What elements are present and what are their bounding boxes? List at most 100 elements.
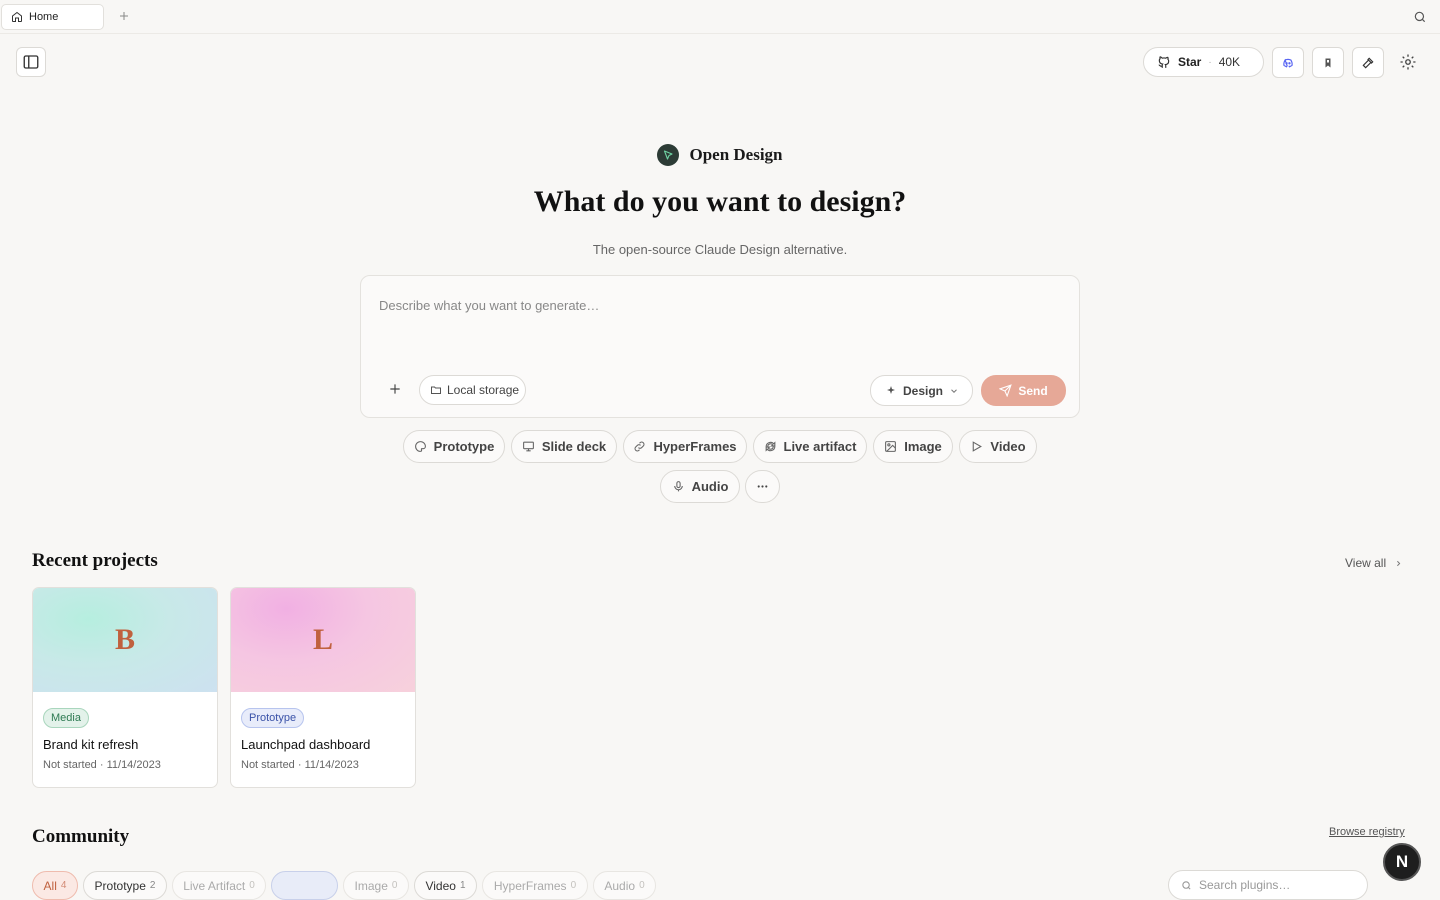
- discord-button[interactable]: [1272, 47, 1304, 78]
- view-all-link[interactable]: View all: [1345, 556, 1403, 570]
- project-thumbnail: L: [231, 588, 415, 692]
- hammer-icon: [1361, 56, 1375, 70]
- chip-label: Prototype: [433, 439, 495, 454]
- recent-projects-title: Recent projects: [32, 550, 158, 571]
- bookmark-button[interactable]: [1312, 47, 1344, 78]
- filter-audio[interactable]: Audio 0: [593, 871, 656, 900]
- filter-label: HyperFrames: [493, 878, 567, 893]
- project-title: Launchpad dashboard: [241, 737, 371, 752]
- view-all-label: View all: [1345, 556, 1387, 570]
- search-icon: [1181, 880, 1192, 891]
- chevron-right-icon: [1394, 559, 1403, 568]
- chip-hyperframes[interactable]: HyperFrames: [623, 430, 747, 463]
- page-title: What do you want to design?: [533, 185, 907, 218]
- project-card[interactable]: L Prototype Launchpad dashboard Not star…: [230, 587, 416, 788]
- project-date: 11/14/2023: [304, 759, 359, 771]
- play-icon: [970, 440, 983, 453]
- settings-button[interactable]: [1396, 50, 1420, 74]
- attach-button[interactable]: [383, 377, 407, 401]
- brand-name: Open Design: [689, 145, 783, 164]
- star-label: Star: [1178, 55, 1202, 69]
- chip-label: Audio: [691, 479, 729, 494]
- folder-icon: [430, 384, 442, 396]
- chip-label: Slide deck: [541, 439, 607, 454]
- tools-button[interactable]: [1352, 47, 1384, 78]
- discord-icon: [1281, 56, 1295, 70]
- brand: Open Design: [0, 143, 1440, 167]
- home-icon: [11, 11, 23, 23]
- gear-icon: [1399, 53, 1417, 71]
- project-letter: B: [114, 623, 135, 656]
- image-icon: [884, 440, 897, 453]
- tab-home[interactable]: Home: [1, 4, 104, 30]
- filter-label: Live Artifact: [183, 878, 246, 893]
- mode-label: Design: [903, 383, 944, 398]
- project-meta: Not started · 11/14/2023: [43, 759, 161, 771]
- storage-selector[interactable]: Local storage: [419, 375, 526, 405]
- tab-bar: Home: [0, 0, 1440, 34]
- browse-registry-link[interactable]: Browse registry: [1329, 826, 1405, 838]
- project-date: 11/14/2023: [106, 759, 161, 771]
- monitor-icon: [522, 440, 535, 453]
- filter-live-artifact[interactable]: Live Artifact 0: [172, 871, 266, 900]
- send-icon: [999, 384, 1013, 397]
- chip-label: Live artifact: [783, 439, 857, 454]
- filter-all[interactable]: All 4: [32, 871, 78, 900]
- assistant-button[interactable]: N: [1383, 843, 1421, 881]
- mic-icon: [672, 480, 685, 493]
- sparkle-icon: [885, 385, 897, 397]
- project-card[interactable]: B Media Brand kit refresh Not started · …: [32, 587, 218, 788]
- project-thumbnail: B: [33, 588, 217, 692]
- filter-label: Prototype: [94, 878, 146, 893]
- chip-video[interactable]: Video: [959, 430, 1037, 463]
- filter-prototype[interactable]: Prototype 2: [83, 871, 167, 900]
- project-meta: Not started · 11/14/2023: [241, 759, 359, 771]
- filter-count: 0: [391, 880, 398, 891]
- project-type-badge: Prototype: [241, 708, 305, 728]
- project-title: Brand kit refresh: [43, 737, 139, 752]
- chip-live-artifact[interactable]: Live artifact: [753, 430, 867, 463]
- tab-label: Home: [29, 11, 59, 23]
- project-letter: L: [312, 623, 333, 656]
- filter-image[interactable]: Image 0: [343, 871, 409, 900]
- filter-label: Audio: [604, 878, 636, 893]
- star-separator: ·: [1208, 56, 1212, 68]
- filter-label: All: [43, 878, 57, 893]
- chip-audio[interactable]: Audio: [660, 470, 740, 503]
- filter-count: 0: [249, 880, 255, 891]
- chip-prototype[interactable]: Prototype: [403, 430, 505, 463]
- chip-more[interactable]: [745, 470, 780, 503]
- send-label: Send: [1018, 383, 1048, 398]
- project-status: Not started: [43, 759, 97, 771]
- filter-video[interactable]: Video 1: [414, 871, 477, 900]
- sidebar-toggle-button[interactable]: [16, 47, 46, 77]
- bookmark-icon: [1322, 57, 1334, 69]
- refresh-icon: [764, 440, 777, 453]
- brand-logo-icon: [657, 144, 680, 166]
- chip-image[interactable]: Image: [873, 430, 953, 463]
- sidebar-icon: [22, 53, 40, 71]
- chip-label: Image: [904, 439, 942, 454]
- filter-label: Video: [425, 878, 456, 893]
- send-button[interactable]: Send: [981, 375, 1066, 406]
- link-icon: [633, 440, 646, 453]
- prompt-composer: Local storage Design Send: [360, 275, 1080, 418]
- filter-label: Image: [354, 878, 388, 893]
- search-icon[interactable]: [1413, 10, 1427, 24]
- more-icon: [756, 480, 769, 493]
- github-icon: [1157, 55, 1171, 69]
- filter-count: 0: [639, 880, 645, 891]
- plugin-search: [1168, 870, 1368, 900]
- project-type-badge: Media: [43, 708, 89, 728]
- prompt-input[interactable]: [379, 298, 1059, 313]
- filter-count: 0: [570, 880, 577, 891]
- plus-icon[interactable]: [116, 8, 132, 24]
- github-star-button[interactable]: Star · 40K: [1143, 47, 1264, 77]
- filter-hidden[interactable]: [271, 871, 338, 900]
- filter-hyperframes[interactable]: HyperFrames 0: [482, 871, 588, 900]
- mode-selector[interactable]: Design: [870, 375, 973, 406]
- palette-icon: [414, 440, 427, 453]
- chip-slide-deck[interactable]: Slide deck: [511, 430, 617, 463]
- plugin-search-input[interactable]: [1199, 878, 1359, 892]
- project-status: Not started: [241, 759, 295, 771]
